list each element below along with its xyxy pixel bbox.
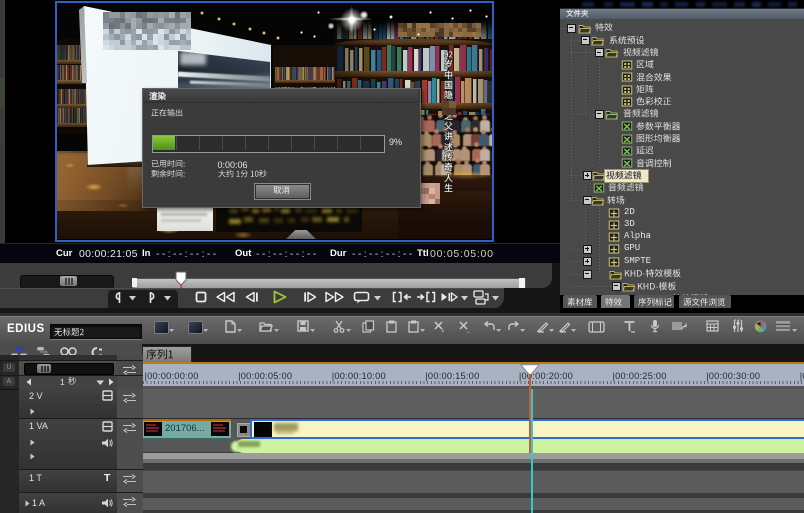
svg-text:×: × xyxy=(441,329,445,333)
svg-text:←: ← xyxy=(466,329,471,333)
